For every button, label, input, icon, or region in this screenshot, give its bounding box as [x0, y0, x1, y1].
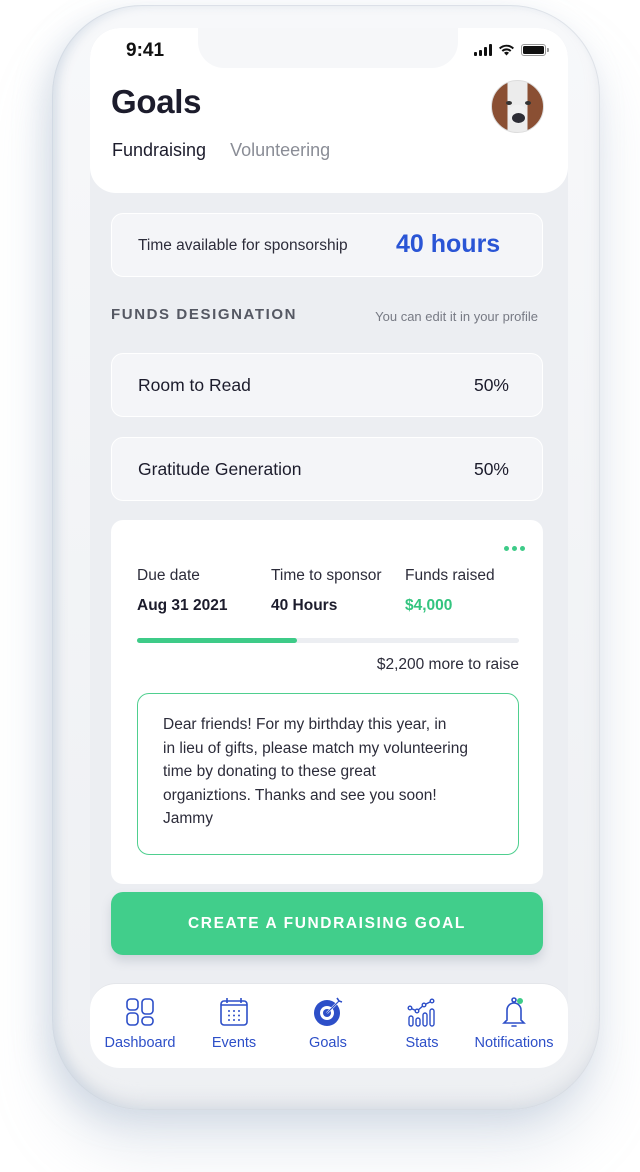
status-icons: [474, 44, 549, 56]
tab-volunteering[interactable]: Volunteering: [230, 140, 330, 161]
app-screen: 9:41 Goals Fundraising Volunteering Time…: [90, 28, 568, 1068]
progress-fill: [137, 638, 298, 643]
sponsorship-label: Time available for sponsorship: [138, 237, 348, 254]
avatar[interactable]: [491, 80, 544, 133]
stat-value: $4,000: [405, 597, 453, 614]
battery-icon: [521, 44, 549, 56]
tab-bar: Fundraising Volunteering: [112, 140, 330, 161]
fund-item-gratitude-generation[interactable]: Gratitude Generation 50%: [111, 437, 543, 501]
dashboard-icon: [126, 998, 154, 1026]
stats-icon: [407, 998, 435, 1027]
signal-icon: [474, 44, 492, 56]
nav-item-notifications[interactable]: Notifications: [464, 996, 564, 1051]
stat-time-to-sponsor: Time to sponsor 40 Hours: [271, 567, 382, 615]
header: 9:41 Goals Fundraising Volunteering: [90, 28, 568, 193]
stat-value: Aug 31 2021: [137, 597, 228, 614]
calendar-icon: [220, 998, 248, 1026]
nav-label: Dashboard: [104, 1035, 176, 1051]
wifi-icon: [499, 44, 514, 56]
page-title: Goals: [111, 83, 202, 120]
nav-label: Notifications: [474, 1035, 554, 1051]
stat-funds-raised: Funds raised $4,000: [405, 567, 495, 615]
nav-item-events[interactable]: Events: [184, 996, 284, 1051]
bottom-nav: Dashboard Events Goals Stats Notificatio…: [90, 983, 568, 1068]
stat-value: 40 Hours: [271, 597, 338, 614]
notch: [198, 28, 458, 68]
stat-label: Time to sponsor: [271, 567, 382, 584]
fund-name: Gratitude Generation: [138, 459, 302, 479]
bell-icon: [502, 997, 526, 1027]
sponsorship-card: Time available for sponsorship 40 hours: [111, 213, 543, 277]
target-icon: [314, 997, 343, 1026]
goal-card: Due date Aug 31 2021 Time to sponsor 40 …: [111, 520, 543, 884]
nav-item-goals[interactable]: Goals: [278, 996, 378, 1051]
stat-label: Due date: [137, 567, 200, 584]
fund-name: Room to Read: [138, 375, 251, 395]
notification-badge: [517, 998, 523, 1004]
nav-item-stats[interactable]: Stats: [372, 996, 472, 1051]
create-fundraising-goal-button[interactable]: CREATE A FUNDRAISING GOAL: [111, 892, 543, 955]
goal-message[interactable]: Dear friends! For my birthday this year,…: [137, 693, 519, 855]
stat-due-date: Due date Aug 31 2021: [137, 567, 227, 615]
remaining-amount: $2,200 more to raise: [376, 656, 519, 673]
status-time: 9:41: [126, 40, 165, 61]
stat-label: Funds raised: [405, 567, 495, 584]
fund-percent: 50%: [473, 459, 509, 479]
more-options-icon[interactable]: [504, 546, 525, 551]
nav-item-dashboard[interactable]: Dashboard: [90, 996, 190, 1051]
section-title: FUNDS DESIGNATION: [111, 306, 298, 323]
nav-label: Stats: [405, 1035, 439, 1051]
nav-label: Events: [211, 1035, 257, 1051]
nav-label: Goals: [309, 1035, 347, 1051]
sponsorship-value: 40 hours: [396, 230, 501, 258]
fund-item-room-to-read[interactable]: Room to Read 50%: [111, 353, 543, 417]
fund-percent: 50%: [473, 375, 509, 395]
tab-fundraising[interactable]: Fundraising: [112, 140, 206, 161]
section-hint: You can edit it in your profile: [375, 309, 538, 324]
progress-bar: [137, 638, 519, 643]
